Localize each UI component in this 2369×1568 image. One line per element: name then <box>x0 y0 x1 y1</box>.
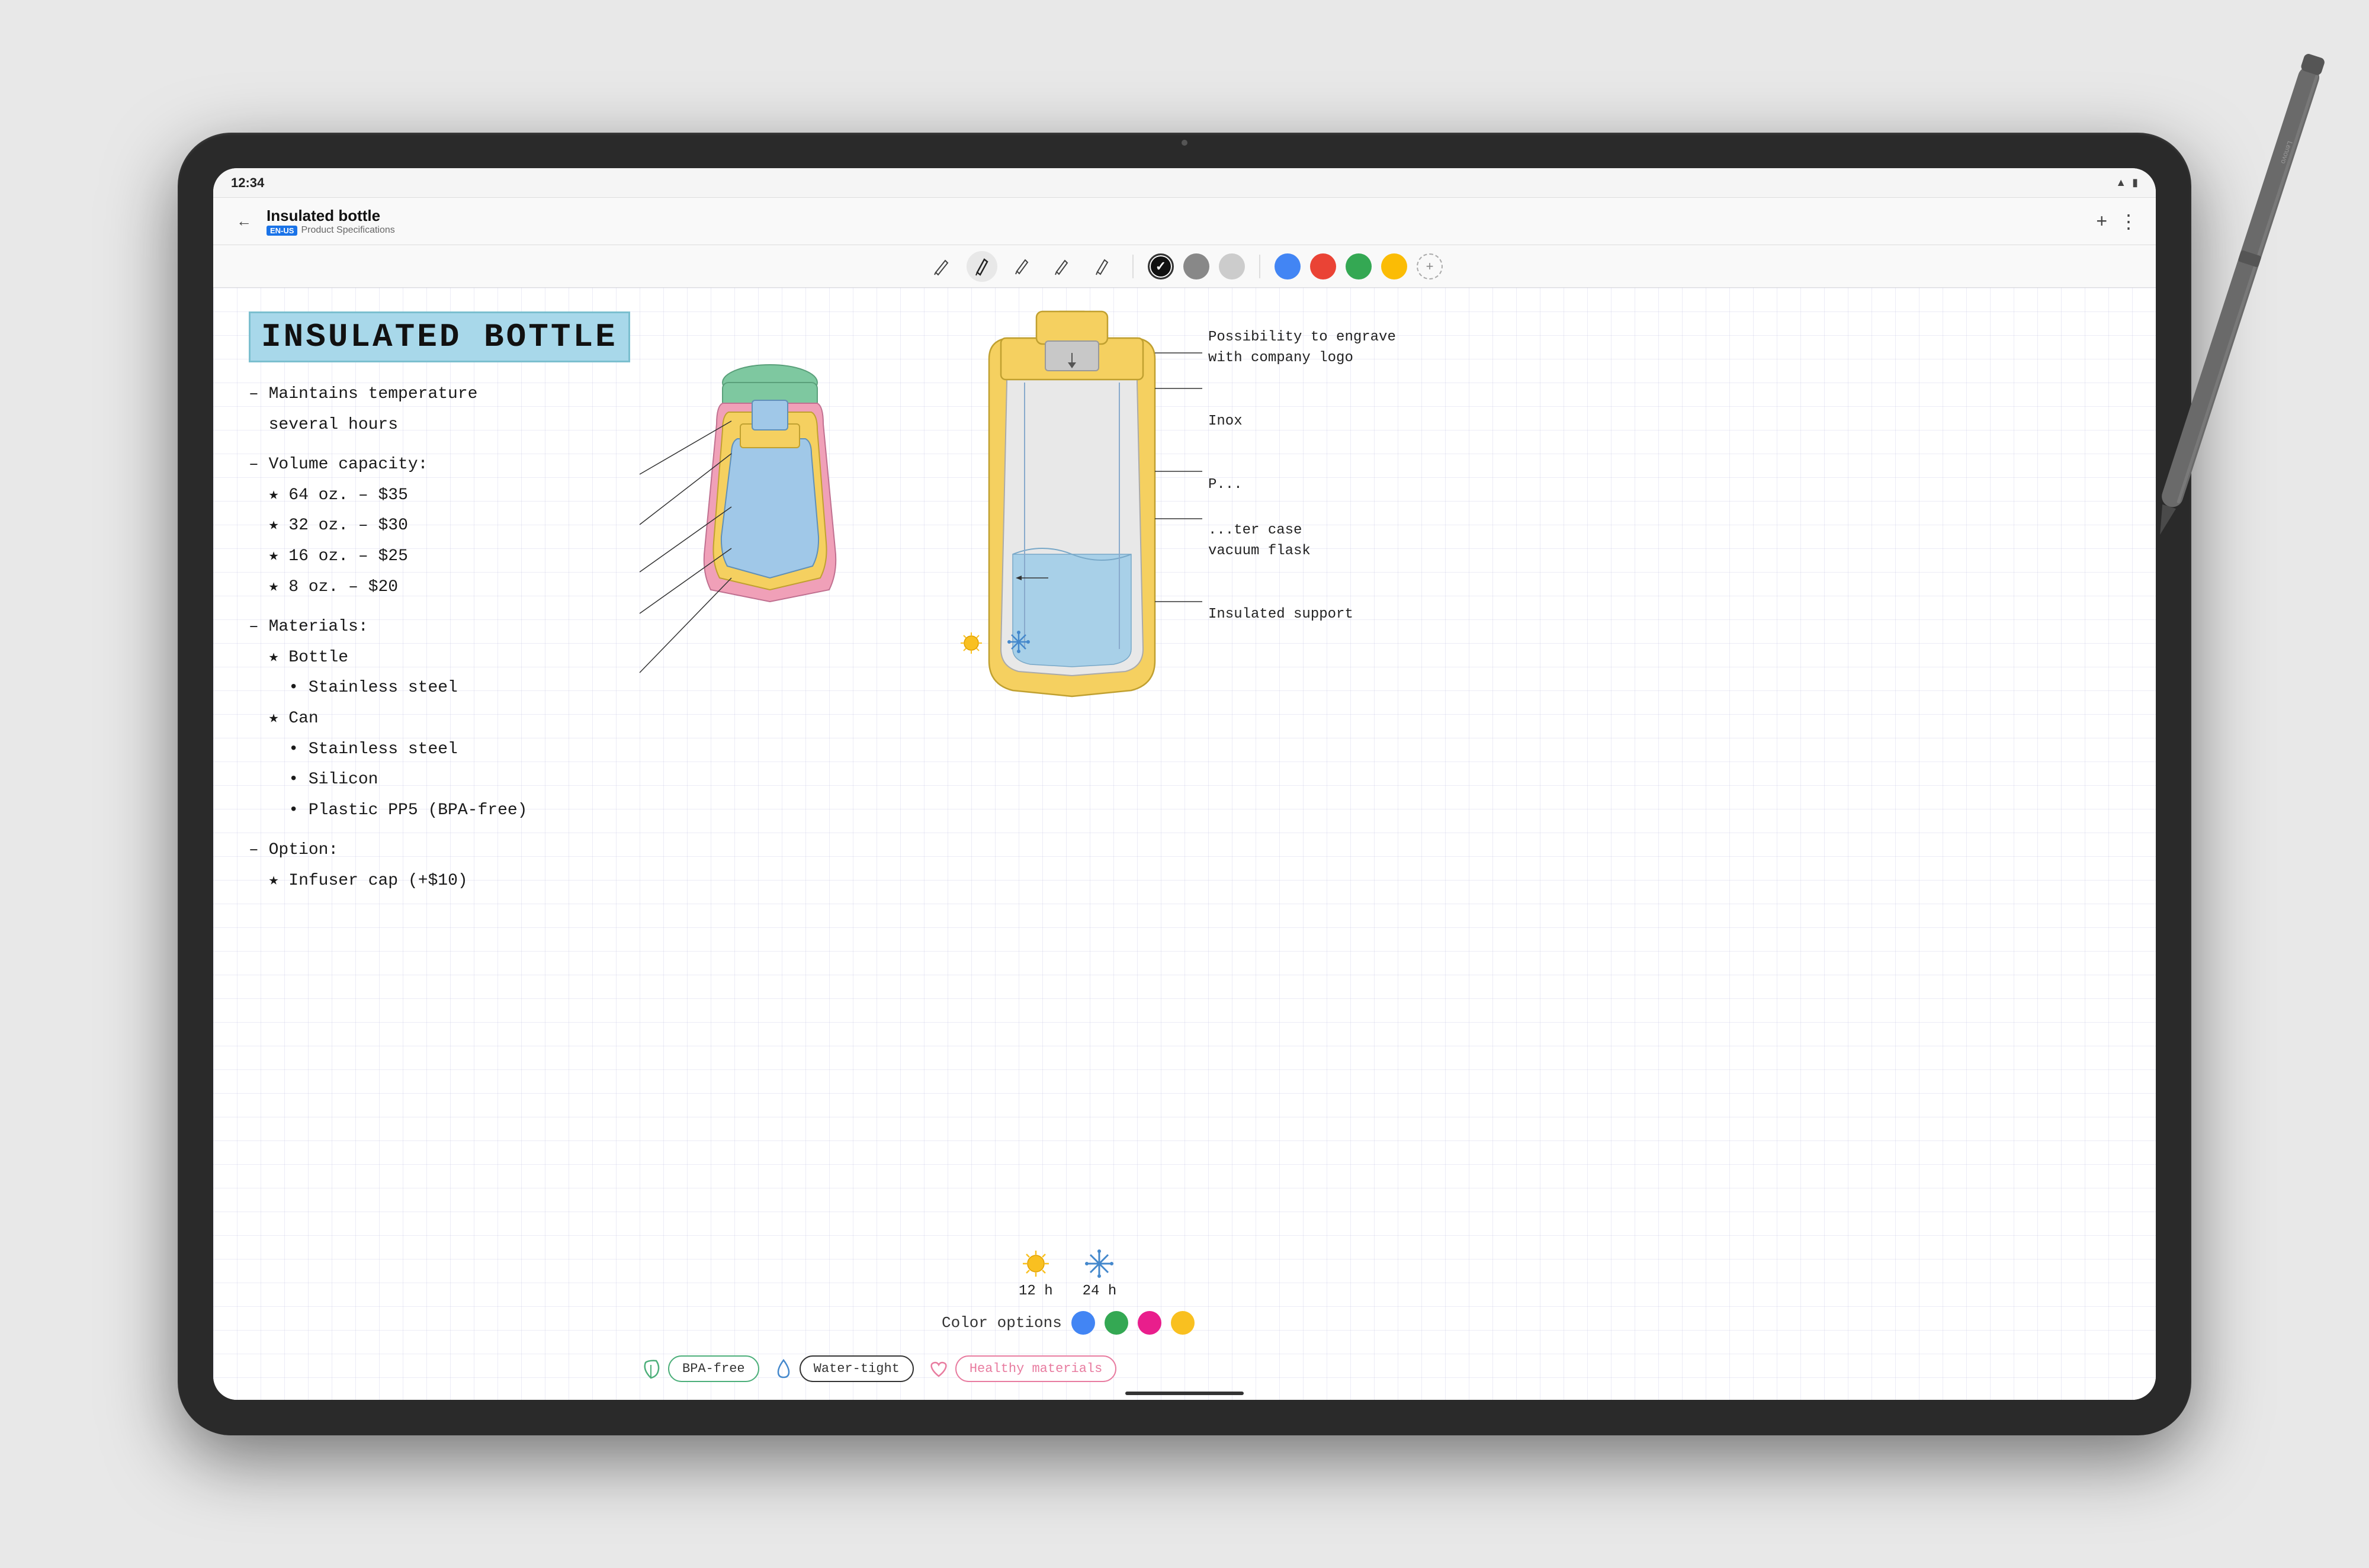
annotation-engrave-2: with company logo <box>1208 350 1552 366</box>
tablet-wrapper: 12:34 ▲ ▮ ← Insulated bottle EN-US Produ… <box>118 73 2251 1495</box>
swatch-blue <box>1071 1311 1095 1335</box>
opt-infuser: ★ Infuser cap (+$10) <box>249 867 723 895</box>
bottle-svg <box>604 323 971 785</box>
color-gray[interactable] <box>1183 253 1209 279</box>
option-section: – Option: ★ Infuser cap (+$10) <box>249 836 723 895</box>
pen-tool-4[interactable] <box>1047 251 1078 282</box>
home-indicator <box>1125 1392 1244 1395</box>
toolbar-separator-2 <box>1259 255 1260 278</box>
annotation-plastic: P... <box>1208 477 1552 493</box>
wifi-icon: ▲ <box>2116 176 2126 189</box>
pen1-icon <box>931 256 952 277</box>
pen2-icon <box>971 256 993 277</box>
more-button[interactable]: ⋮ <box>2119 210 2138 233</box>
water-tight-tag: Water-tight <box>800 1355 914 1382</box>
document-subtitle: EN-US Product Specifications <box>267 225 395 236</box>
back-button[interactable]: ← <box>231 208 257 234</box>
top-bar-actions: + ⋮ <box>2096 210 2138 233</box>
tablet-screen: 12:34 ▲ ▮ ← Insulated bottle EN-US Produ… <box>213 168 2156 1400</box>
note-title: INSULATED BOTTLE <box>249 311 630 362</box>
color-black[interactable]: ✓ <box>1148 253 1174 279</box>
pen3-icon <box>1012 256 1033 277</box>
bpa-tag-item: BPA-free <box>640 1355 759 1382</box>
color-options-label: Color options <box>942 1314 1062 1332</box>
hot-label: 12 h <box>1019 1283 1053 1299</box>
stylus-pen: Lenovo <box>2134 32 2344 554</box>
water-tight-tag-item: Water-tight <box>773 1355 914 1382</box>
tablet-body: 12:34 ▲ ▮ ← Insulated bottle EN-US Produ… <box>178 133 2191 1435</box>
pen4-icon <box>1052 256 1073 277</box>
note-canvas: INSULATED BOTTLE – Maintains temperature… <box>213 288 2156 1400</box>
cutaway-svg <box>942 306 1202 767</box>
cutaway-illustration <box>942 306 1202 756</box>
swatch-yellow <box>1171 1311 1195 1335</box>
healthy-materials-tag: Healthy materials <box>955 1355 1116 1382</box>
pen-tool-3[interactable] <box>1007 251 1038 282</box>
bottle-illustration <box>604 323 971 773</box>
top-bar: ← Insulated bottle EN-US Product Specifi… <box>213 198 2156 245</box>
add-button[interactable]: + <box>2096 210 2107 232</box>
swatch-green <box>1105 1311 1128 1335</box>
toolbar: ✓ + <box>213 245 2156 288</box>
hot-duration: 12 h <box>1019 1249 1053 1299</box>
toolbar-separator <box>1132 255 1134 278</box>
color-blue[interactable] <box>1275 253 1301 279</box>
cold-label: 24 h <box>1083 1283 1117 1299</box>
battery-icon: ▮ <box>2132 176 2138 189</box>
annotation-engrave: Possibility to engrave <box>1208 329 1552 345</box>
stylus-svg: Lenovo <box>2134 32 2344 554</box>
cold-duration: 24 h <box>1083 1249 1117 1299</box>
time-icons: 12 h 24 h <box>1019 1249 1116 1299</box>
add-color-button[interactable]: + <box>1417 253 1443 279</box>
healthy-materials-tag-item: Healthy materials <box>928 1355 1116 1382</box>
status-bar: 12:34 ▲ ▮ <box>213 168 2156 198</box>
color-options-row: Color options <box>942 1311 1195 1335</box>
document-title-area: Insulated bottle EN-US Product Specifica… <box>267 207 395 236</box>
sun-icon <box>1021 1249 1051 1278</box>
annotation-outer-case: ...ter case <box>1208 522 1552 538</box>
bottom-tags-row: BPA-free Water-tight Healt <box>640 1355 1116 1382</box>
mat-can-plastic: • Plastic PP5 (BPA-free) <box>249 796 723 825</box>
bpa-free-tag: BPA-free <box>668 1355 759 1382</box>
status-time: 12:34 <box>231 175 264 191</box>
color-lightgray[interactable] <box>1219 253 1245 279</box>
opt-header: – Option: <box>249 836 723 865</box>
camera <box>1182 140 1187 146</box>
subtitle-text: Product Specifications <box>301 225 394 236</box>
swatch-pink <box>1138 1311 1161 1335</box>
snowflake-icon <box>1084 1249 1114 1278</box>
annotation-inox: Inox <box>1208 413 1552 429</box>
pen-tool-5[interactable] <box>1087 251 1118 282</box>
status-icons: ▲ ▮ <box>2116 176 2138 189</box>
heart-icon <box>928 1358 949 1380</box>
leaf-icon <box>640 1358 662 1380</box>
pen-tool-2[interactable] <box>967 251 997 282</box>
water-drop-icon <box>773 1358 794 1380</box>
color-yellow[interactable] <box>1381 253 1407 279</box>
document-title: Insulated bottle <box>267 207 395 225</box>
color-red[interactable] <box>1310 253 1336 279</box>
color-green[interactable] <box>1346 253 1372 279</box>
right-annotations: Possibility to engrave with company logo… <box>1208 306 1552 646</box>
annotation-insulated: Insulated support <box>1208 606 1552 622</box>
pen5-icon <box>1092 256 1113 277</box>
annotation-vacuum: vacuum flask <box>1208 543 1552 559</box>
pen-tool-1[interactable] <box>926 251 957 282</box>
language-badge: EN-US <box>267 226 297 236</box>
